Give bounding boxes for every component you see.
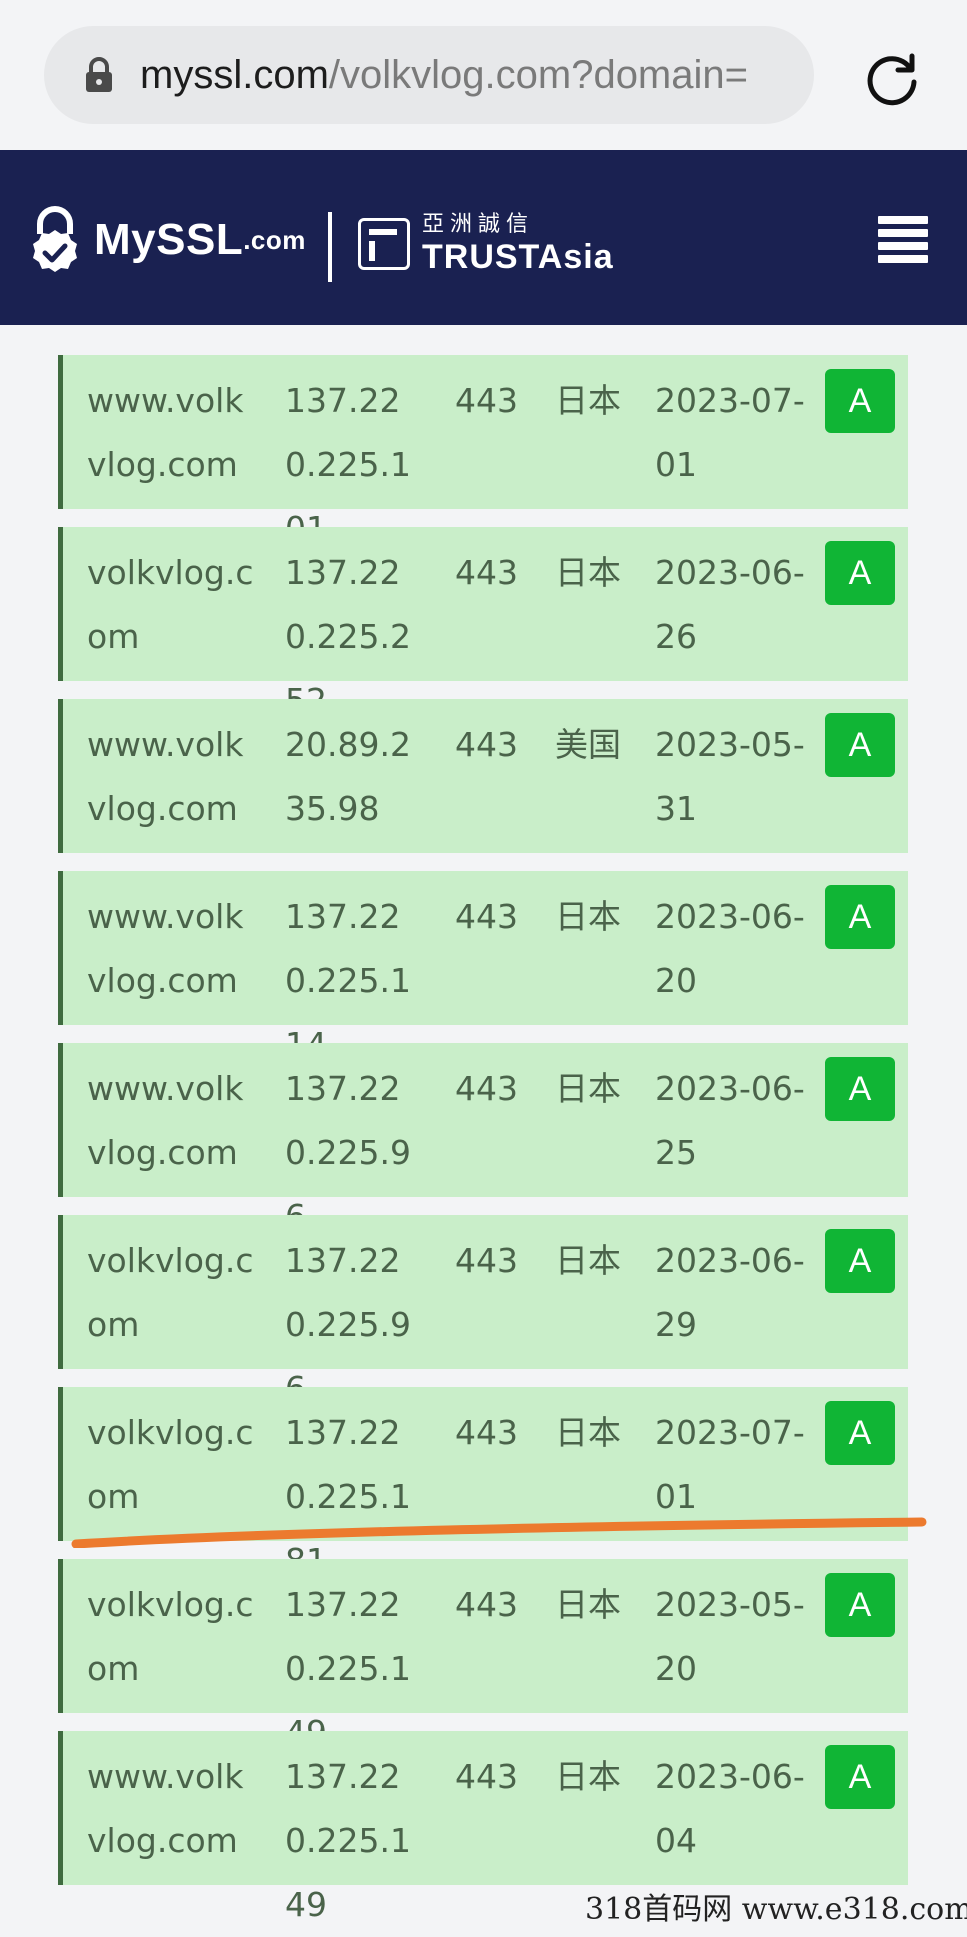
reload-icon[interactable] [862, 48, 922, 108]
trustasia-logo[interactable]: 亞洲誠信 TRUSTAsia [358, 214, 614, 274]
row-region: 日本 [555, 553, 621, 592]
results-list: www.volkvlog.com 137.220.225.101 443 日本 … [58, 355, 908, 1924]
padlock-check-icon [33, 206, 77, 272]
row-domain: volkvlog.com [87, 553, 254, 656]
row-port: 443 [455, 897, 518, 936]
browser-address-area: myssl.com/volkvlog.com?domain= [0, 0, 967, 150]
grade-badge[interactable]: A [825, 1745, 895, 1809]
annotation-underline [71, 1517, 927, 1548]
brand-divider [328, 212, 332, 282]
table-row[interactable]: www.volkvlog.com 20.89.235.98 443 美国 202… [58, 699, 908, 853]
row-region: 日本 [555, 1585, 621, 1624]
grade-badge[interactable]: A [825, 541, 895, 605]
row-domain: www.volkvlog.com [87, 1757, 244, 1860]
row-port: 443 [455, 1413, 518, 1452]
row-domain: volkvlog.com [87, 1585, 254, 1688]
brand-tld: .com [243, 224, 306, 255]
partner-name-en: TRUSTAsia [422, 238, 614, 276]
row-port: 443 [455, 1585, 518, 1624]
row-date: 2023-05-31 [655, 725, 805, 828]
row-port: 443 [455, 725, 518, 764]
row-date: 2023-06-04 [655, 1757, 805, 1860]
row-domain: www.volkvlog.com [87, 1069, 244, 1172]
url-path: /volkvlog.com?domain= [328, 52, 748, 97]
row-region: 日本 [555, 1241, 621, 1280]
hamburger-menu-icon[interactable] [878, 216, 928, 263]
row-domain: www.volkvlog.com [87, 897, 244, 1000]
lock-icon [86, 57, 112, 92]
myssl-logo[interactable]: MySSL .com [26, 204, 306, 276]
table-row[interactable]: www.volkvlog.com 137.220.225.149 443 日本 … [58, 1731, 908, 1924]
url-host: myssl.com [140, 52, 329, 97]
row-date: 2023-06-29 [655, 1241, 805, 1344]
url-bar[interactable]: myssl.com/volkvlog.com?domain= [44, 26, 814, 124]
row-region: 日本 [555, 897, 621, 936]
row-region: 美国 [555, 725, 621, 764]
row-port: 443 [455, 1241, 518, 1280]
row-date: 2023-06-20 [655, 897, 805, 1000]
table-row[interactable]: www.volkvlog.com 137.220.225.101 443 日本 … [58, 355, 908, 548]
url-text[interactable]: myssl.com/volkvlog.com?domain= [140, 53, 748, 98]
brand-name: MySSL [94, 215, 244, 264]
row-ip: 20.89.235.98 [285, 725, 411, 828]
row-region: 日本 [555, 381, 621, 420]
row-port: 443 [455, 381, 518, 420]
site-header: MySSL .com 亞洲誠信 TRUSTAsia [0, 150, 967, 325]
row-domain: www.volkvlog.com [87, 725, 244, 828]
row-port: 443 [455, 553, 518, 592]
row-port: 443 [455, 1757, 518, 1796]
row-domain: volkvlog.com [87, 1241, 254, 1344]
row-region: 日本 [555, 1413, 621, 1452]
table-row[interactable]: volkvlog.com 137.220.225.149 443 日本 2023… [58, 1559, 908, 1752]
grade-badge[interactable]: A [825, 713, 895, 777]
watermark-text: 318首码网 www.e318.com [585, 1892, 967, 1927]
grade-badge[interactable]: A [825, 1229, 895, 1293]
grade-badge[interactable]: A [825, 1401, 895, 1465]
partner-name-cn: 亞洲誠信 [422, 212, 535, 237]
grade-badge[interactable]: A [825, 885, 895, 949]
row-port: 443 [455, 1069, 518, 1108]
row-date: 2023-06-25 [655, 1069, 805, 1172]
row-domain: www.volkvlog.com [87, 381, 244, 484]
row-region: 日本 [555, 1757, 621, 1796]
row-date: 2023-05-20 [655, 1585, 805, 1688]
row-date: 2023-06-26 [655, 553, 805, 656]
table-row[interactable]: www.volkvlog.com 137.220.225.114 443 日本 … [58, 871, 908, 1064]
row-date: 2023-07-01 [655, 381, 805, 484]
trustasia-emblem-icon [358, 218, 410, 270]
grade-badge[interactable]: A [825, 1573, 895, 1637]
table-row[interactable]: volkvlog.com 137.220.225.252 443 日本 2023… [58, 527, 908, 720]
table-row[interactable]: volkvlog.com 137.220.225.96 443 日本 2023-… [58, 1215, 908, 1408]
row-region: 日本 [555, 1069, 621, 1108]
table-row[interactable]: www.volkvlog.com 137.220.225.96 443 日本 2… [58, 1043, 908, 1236]
grade-badge[interactable]: A [825, 1057, 895, 1121]
row-ip: 137.220.225.149 [285, 1757, 411, 1924]
grade-badge[interactable]: A [825, 369, 895, 433]
